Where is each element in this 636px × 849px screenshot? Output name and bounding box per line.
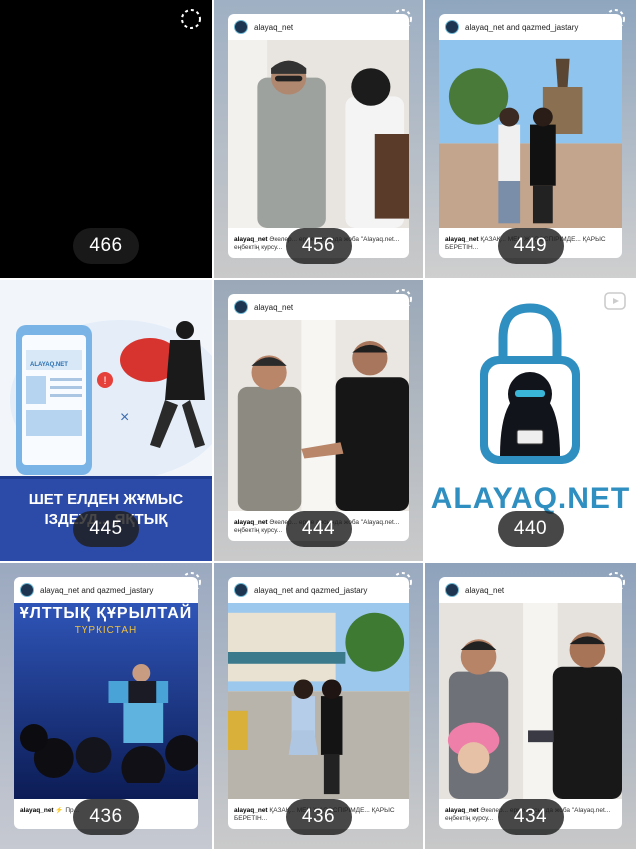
reel-tile-5[interactable]: alayaq_net alayaq_net Әкелер... ерме аяс…: [214, 280, 425, 563]
view-count-badge: 445: [73, 511, 139, 547]
loading-spinner-icon: [605, 9, 625, 29]
brand-mini: ALAYAQ.NET: [30, 362, 68, 368]
view-count-badge: 449: [497, 228, 564, 264]
loading-spinner-icon: [392, 572, 412, 592]
account-name: alayaq_net: [465, 585, 505, 595]
reel-tile-9[interactable]: alayaq_net alayaq_net Әкелер... ерме аяс…: [425, 563, 636, 849]
reel-tile-1[interactable]: 466: [0, 0, 214, 280]
loading-spinner-icon: [181, 9, 201, 29]
reel-tile-3[interactable]: alayaq_net and qazmed_jastary alayaq_net: [425, 0, 636, 280]
view-count-badge: 456: [285, 228, 352, 264]
reel-tile-8[interactable]: alayaq_net and qazmed_jastary alayaq_net…: [214, 563, 425, 849]
loading-spinner-icon: [392, 289, 412, 309]
photo: [228, 40, 409, 228]
view-count-badge: 434: [497, 799, 564, 835]
photo: [439, 603, 622, 799]
view-count-badge: 436: [73, 799, 139, 835]
account-name: alayaq_net: [254, 302, 294, 312]
avatar: [234, 583, 248, 597]
banner-line-1: ШЕТ ЕЛДЕН ЖҰМЫС: [28, 491, 184, 508]
photo: [439, 40, 622, 228]
loading-spinner-icon: [181, 572, 201, 592]
loading-spinner-icon: [605, 572, 625, 592]
avatar: [445, 20, 459, 34]
lock-logo-icon: [480, 303, 580, 464]
view-count-badge: 466: [73, 228, 139, 264]
avatar: [20, 583, 34, 597]
story-card: alayaq_net and qazmed_jastary ҰЛТТЫҚ ҚҰР…: [14, 577, 198, 829]
account-name: alayaq_net and qazmed_jastary: [40, 585, 154, 595]
reel-tile-2[interactable]: alayaq_net alayaq_net Әкелер... ерме аяс…: [214, 0, 425, 280]
reel-tile-4[interactable]: ! × ALAYAQ.NET ШЕТ ЕЛДЕН ЖҰМЫС ІЗДЕУД...…: [0, 280, 214, 563]
loading-spinner-icon: [392, 9, 412, 29]
account-name: alayaq_net and qazmed_jastary: [254, 585, 368, 595]
svg-text:×: ×: [120, 409, 129, 426]
story-card: alayaq_net and qazmed_jastary alayaq_net…: [228, 577, 409, 829]
reels-icon: [604, 292, 626, 310]
reels-grid: 466 alayaq_net alayaq_net Әкелер... е: [0, 0, 636, 849]
avatar: [234, 20, 248, 34]
view-count-badge: 444: [285, 511, 352, 547]
photo: [228, 603, 409, 799]
svg-text:!: !: [103, 375, 106, 387]
avatar: [234, 300, 248, 314]
account-name: alayaq_net and qazmed_jastary: [465, 22, 579, 32]
story-card: alayaq_net alayaq_net Әкелер... ерме аяс…: [228, 14, 409, 258]
reel-tile-7[interactable]: alayaq_net and qazmed_jastary ҰЛТТЫҚ ҚҰР…: [0, 563, 214, 849]
account-name: alayaq_net: [254, 22, 294, 32]
view-count-badge: 436: [285, 799, 352, 835]
event-title: ҰЛТТЫҚ ҚҰРЫЛТАЙ: [19, 605, 193, 622]
story-card: alayaq_net and qazmed_jastary alayaq_net: [439, 14, 622, 258]
reel-tile-6[interactable]: ALAYAQ.NET 440: [425, 280, 636, 563]
event-subtitle: ТҮРКІСТАН: [74, 625, 138, 636]
story-card: alayaq_net alayaq_net Әкелер... ерме аяс…: [228, 294, 409, 541]
view-count-badge: 440: [497, 511, 564, 547]
story-card: alayaq_net alayaq_net Әкелер... ерме аяс…: [439, 577, 622, 829]
illustration: ! ×: [10, 320, 212, 480]
photo: ҰЛТТЫҚ ҚҰРЫЛТАЙ ТҮРКІСТАН: [14, 603, 198, 799]
photo: [228, 320, 409, 511]
avatar: [445, 583, 459, 597]
